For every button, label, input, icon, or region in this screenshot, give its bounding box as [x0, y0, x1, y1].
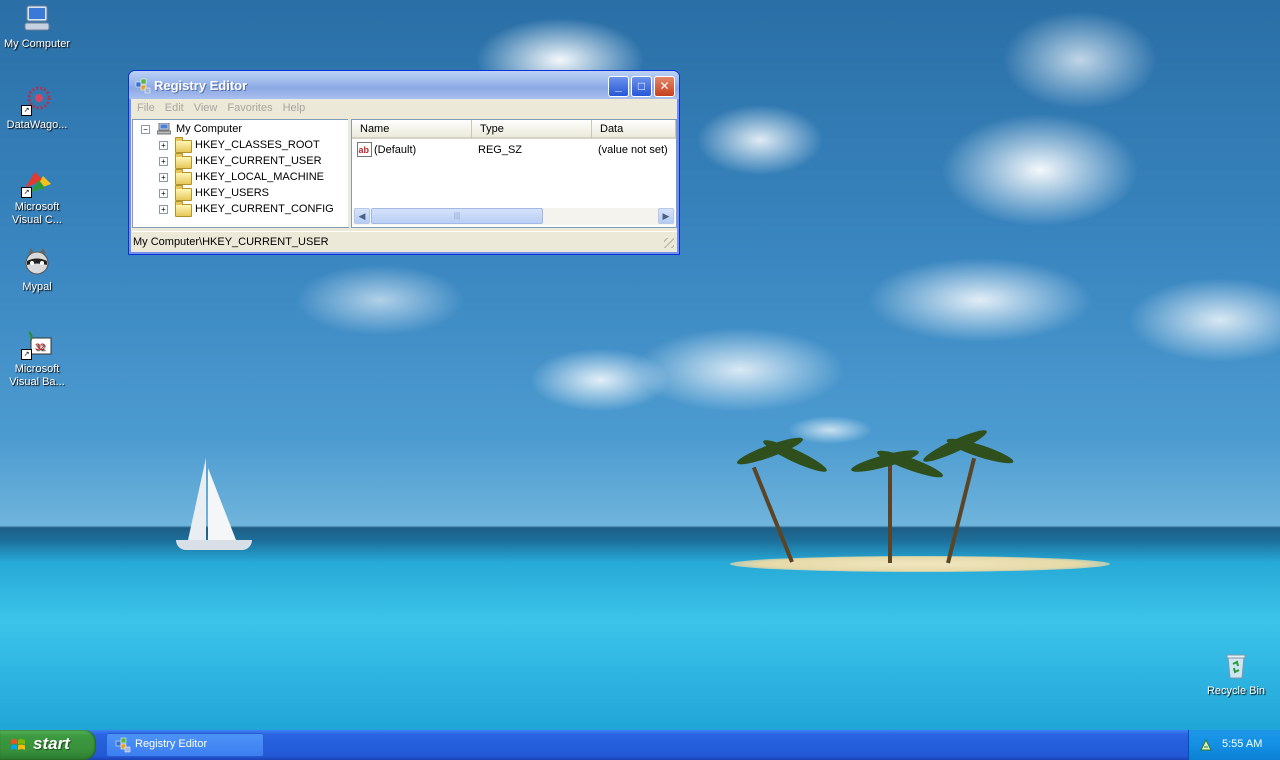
column-header-data[interactable]: Data	[592, 120, 676, 139]
tree-node-my-computer[interactable]: − My Computer	[141, 121, 341, 137]
horizontal-scrollbar[interactable]: ◀ ||| ▶	[353, 208, 675, 225]
shortcut-arrow-icon: ↗	[21, 187, 32, 198]
column-header-type[interactable]: Type	[472, 120, 592, 139]
maximize-icon: □	[637, 79, 646, 93]
value-name: (Default)	[374, 144, 417, 156]
desktop-icon-label: Mypal	[22, 281, 52, 293]
tree-node-hkey-local-machine[interactable]: + HKEY_LOCAL_MACHINE	[159, 169, 344, 185]
system-tray: 5:55 AM	[1188, 730, 1280, 760]
tree-node-hkey-current-user[interactable]: + HKEY_CURRENT_USER	[159, 153, 344, 169]
desktop-icon-datawagon[interactable]: ↗ DataWago...	[0, 84, 74, 132]
my-computer-icon	[21, 3, 53, 35]
taskbar-item-label: Registry Editor	[135, 738, 208, 750]
expand-icon[interactable]: +	[159, 141, 168, 150]
desktop-icon-label: Microsoft Visual C...	[12, 201, 62, 226]
desktop-icon-label: DataWago...	[6, 119, 68, 131]
title-bar[interactable]: Registry Editor _ □ ✕	[129, 71, 679, 99]
scroll-right-icon: ▶	[662, 211, 670, 221]
expand-icon[interactable]: +	[159, 173, 168, 182]
taskbar: start Registry Editor 5:55 AM	[0, 730, 1280, 760]
folder-icon	[175, 169, 192, 185]
windows-logo-icon	[10, 737, 26, 753]
column-header-name[interactable]: Name	[352, 120, 472, 139]
expand-icon[interactable]: +	[159, 157, 168, 166]
registry-editor-icon	[115, 737, 131, 753]
desktop-icon-recycle-bin[interactable]: Recycle Bin	[1199, 650, 1273, 698]
value-type: REG_SZ	[478, 144, 523, 156]
folder-icon	[175, 185, 192, 201]
minimize-button[interactable]: _	[608, 76, 629, 97]
desktop-icon-label: My Computer	[3, 38, 71, 50]
tree-node-hkey-users[interactable]: + HKEY_USERS	[159, 185, 344, 201]
scrollbar-thumb[interactable]: |||	[371, 208, 543, 224]
status-path: My Computer\HKEY_CURRENT_USER	[133, 236, 329, 248]
folder-icon	[175, 201, 192, 217]
recycle-bin-icon	[1220, 650, 1252, 682]
panes: − My Computer + HKEY_CLASSES_ROOT + HKEY…	[132, 119, 677, 228]
string-value-icon: ab	[357, 142, 372, 157]
status-bar: My Computer\HKEY_CURRENT_USER	[132, 231, 677, 252]
mypal-raccoon-icon	[21, 246, 53, 278]
menu-edit[interactable]: Edit	[161, 99, 190, 116]
expand-icon[interactable]: +	[159, 189, 168, 198]
clock[interactable]: 5:55 AM	[1222, 738, 1262, 750]
expand-icon[interactable]: +	[159, 205, 168, 214]
shortcut-arrow-icon: ↗	[21, 105, 32, 116]
registry-editor-window[interactable]: Registry Editor _ □ ✕ File Edit View Favori…	[128, 70, 680, 255]
scroll-left-icon: ◀	[358, 211, 366, 221]
registry-editor-icon	[135, 78, 151, 94]
computer-icon	[156, 122, 172, 135]
visual-cpp-icon: ↗	[21, 166, 53, 198]
maximize-button[interactable]: □	[631, 76, 652, 97]
tree-node-label: HKEY_USERS	[195, 187, 269, 199]
desktop-icon-label: Microsoft Visual Ba...	[9, 363, 65, 388]
tree-node-label: HKEY_CURRENT_USER	[195, 155, 322, 167]
tree-node-hkey-classes-root[interactable]: + HKEY_CLASSES_ROOT	[159, 137, 344, 153]
registry-tree[interactable]: − My Computer + HKEY_CLASSES_ROOT + HKEY…	[132, 119, 349, 228]
tree-node-label: HKEY_LOCAL_MACHINE	[195, 171, 324, 183]
folder-open-icon	[175, 153, 192, 169]
desktop-icon-visual-cpp[interactable]: ↗ Microsoft Visual C...	[0, 166, 74, 227]
taskbar-item-registry-editor[interactable]: Registry Editor	[106, 733, 264, 757]
shortcut-arrow-icon: ↗	[21, 349, 32, 360]
desktop-icon-label: Recycle Bin	[1206, 685, 1266, 697]
tree-node-label: HKEY_CURRENT_CONFIG	[195, 203, 334, 215]
menu-file[interactable]: File	[133, 99, 161, 116]
menu-bar: File Edit View Favorites Help	[129, 99, 679, 117]
close-icon: ✕	[659, 79, 670, 93]
tree-node-hkey-current-config[interactable]: + HKEY_CURRENT_CONFIG	[159, 201, 344, 217]
desktop-icon-mypal[interactable]: Mypal	[0, 246, 74, 294]
collapse-icon[interactable]: −	[141, 125, 150, 134]
menu-favorites[interactable]: Favorites	[223, 99, 278, 116]
value-data: (value not set)	[598, 144, 668, 156]
tree-node-label: My Computer	[176, 123, 243, 135]
close-button[interactable]: ✕	[654, 76, 675, 97]
scroll-right-button[interactable]: ▶	[658, 208, 674, 224]
tree-node-label: HKEY_CLASSES_ROOT	[195, 139, 320, 151]
svg-text:32: 32	[35, 342, 45, 352]
scroll-left-button[interactable]: ◀	[354, 208, 370, 224]
desktop-icon-visual-basic[interactable]: 32 ↗ Microsoft Visual Ba...	[0, 328, 74, 389]
desktop[interactable]: My Computer ↗ DataWago... ↗ Microsoft Vis…	[0, 0, 1280, 730]
visual-basic-icon: 32 ↗	[21, 328, 53, 360]
folder-icon	[175, 137, 192, 153]
island-sand	[730, 556, 1110, 572]
resize-grip-icon[interactable]	[664, 238, 674, 248]
window-title: Registry Editor	[154, 78, 248, 93]
tray-network-icon[interactable]	[1199, 738, 1213, 752]
minimize-icon: _	[615, 79, 622, 93]
grip-lines-icon: |||	[453, 211, 461, 220]
svg-text:ab: ab	[359, 145, 370, 155]
desktop-icon-my-computer[interactable]: My Computer	[0, 3, 74, 51]
values-list[interactable]: Name Type Data ab (Default) REG_SZ (valu…	[351, 119, 677, 228]
menu-view[interactable]: View	[190, 99, 224, 116]
datawagon-icon: ↗	[21, 84, 53, 116]
start-button[interactable]: start	[0, 730, 96, 760]
start-label: start	[33, 734, 70, 753]
menu-help[interactable]: Help	[279, 99, 312, 116]
